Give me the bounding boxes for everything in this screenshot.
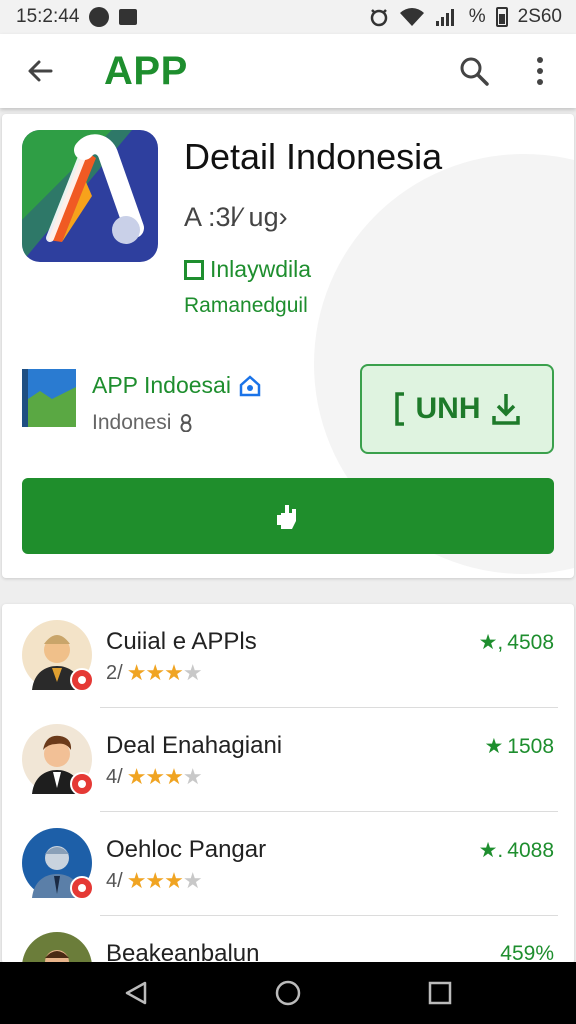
nav-home-button[interactable] [264,969,312,1017]
value-text: 4088 [507,838,554,862]
app-logo-icon [22,130,158,262]
search-button[interactable] [452,49,496,93]
detail-tag-label: Inlaywdila [210,256,311,282]
star-rating-icon: ★★★★ [126,868,203,893]
back-arrow-icon [28,60,53,82]
alarm-icon [369,7,389,27]
signal-icon [435,7,459,27]
rating-prefix: 2/ [106,661,123,684]
nav-back-icon [125,981,147,1005]
status-percent: % [468,6,486,27]
list-item-title: Cuiial e APPls [106,628,257,655]
list-item[interactable]: Deal Enahagiani 4/ ★★★★ ★ 1508 [2,708,574,812]
badge-icon [70,876,94,900]
nav-recents-button[interactable] [416,969,464,1017]
primary-action-button[interactable] [22,478,554,554]
star-rating-icon: ★★★★ [126,764,203,789]
value-prefix: ★, [478,631,504,654]
value-prefix: ★ [484,735,504,758]
rating-prefix: 4/ [106,765,123,788]
list-item-title: Oehloc Pangar [106,836,267,863]
status-bar: 15:2:44 % 2S60 [0,0,576,34]
notification-icon [89,7,110,27]
more-options-button[interactable] [518,49,562,93]
download-icon [491,394,520,425]
secondary-action-button[interactable]: UNH [360,364,554,454]
verified-icon [239,374,261,396]
value-text: 4508 [507,630,554,654]
avatar [22,932,92,964]
app-bar: APP [0,34,576,108]
badge-icon [70,772,94,796]
list-item[interactable]: Cuiial e APPls 2/ ★★★★ ★, 4508 [2,604,574,708]
list-item-value: 459% [500,942,554,964]
nav-back-button[interactable] [112,969,160,1017]
detail-subtitle: A :3l⁄ ug› [184,202,288,232]
list-item-value: ★ 1508 [484,734,554,759]
app-list-card: Cuiial e APPls 2/ ★★★★ ★, 4508 Deal Enah… [2,604,574,964]
more-vert-icon [537,57,543,85]
status-left: 15:2:44 [16,6,138,28]
developer-name[interactable]: APP Indoesai [92,372,261,399]
appbar-actions [452,49,562,93]
back-button[interactable] [16,47,64,95]
value-text: 1508 [507,734,554,758]
list-item-rating: 4/ ★★★★ [106,868,203,894]
app-title: APP [104,48,188,93]
developer-thumbnail-icon [22,369,76,427]
search-icon [460,57,489,86]
list-item-rating: 4/ ★★★★ [106,764,203,790]
list-item-value: ★. 4088 [479,838,554,863]
list-item-title: Deal Enahagiani [106,732,283,759]
list-item[interactable]: Oehloc Pangar 4/ ★★★★ ★. 4088 [2,812,574,916]
developer-name-label: APP Indoesai [92,372,231,398]
status-extra: 2S60 [517,6,562,27]
detail-meta: Ramanedguil [184,294,308,317]
category-icon [184,259,204,280]
list-item-title: Beakeanbalun [106,940,260,964]
lock-icon [180,414,192,432]
status-time: 15:2:44 [16,6,80,27]
developer-sub-label: Indonesi [92,411,172,434]
secondary-action-label: UNH [415,392,481,425]
battery-icon [495,7,508,27]
star-rating-icon: ★★★★ [126,660,203,685]
gallery-notification-icon [119,9,138,25]
detail-title: Detail Indonesia [184,136,443,177]
avatar [22,724,94,796]
bracket-icon [394,392,404,426]
nav-recents-icon [428,981,452,1005]
value-prefix: ★. [478,839,504,862]
app-detail-card: Detail Indonesia A :3l⁄ ug› Inlaywdila R… [2,114,574,578]
list-item-value: ★, 4508 [479,630,554,655]
list-item-rating: 2/ ★★★★ [106,660,203,686]
system-nav-bar [0,962,576,1024]
detail-tag: Inlaywdila [184,256,311,283]
avatar [22,620,94,692]
list-item[interactable]: Beakeanbalun 459% [2,916,574,964]
rating-prefix: 4/ [106,869,123,892]
badge-icon [70,668,94,692]
value-text: 459% [500,942,554,964]
avatar [22,828,94,900]
nav-home-icon [275,980,301,1006]
developer-subtitle: Indonesi [92,411,193,435]
wifi-icon [399,7,425,27]
status-right: % 2S60 [369,6,562,28]
hand-icon [277,505,296,529]
